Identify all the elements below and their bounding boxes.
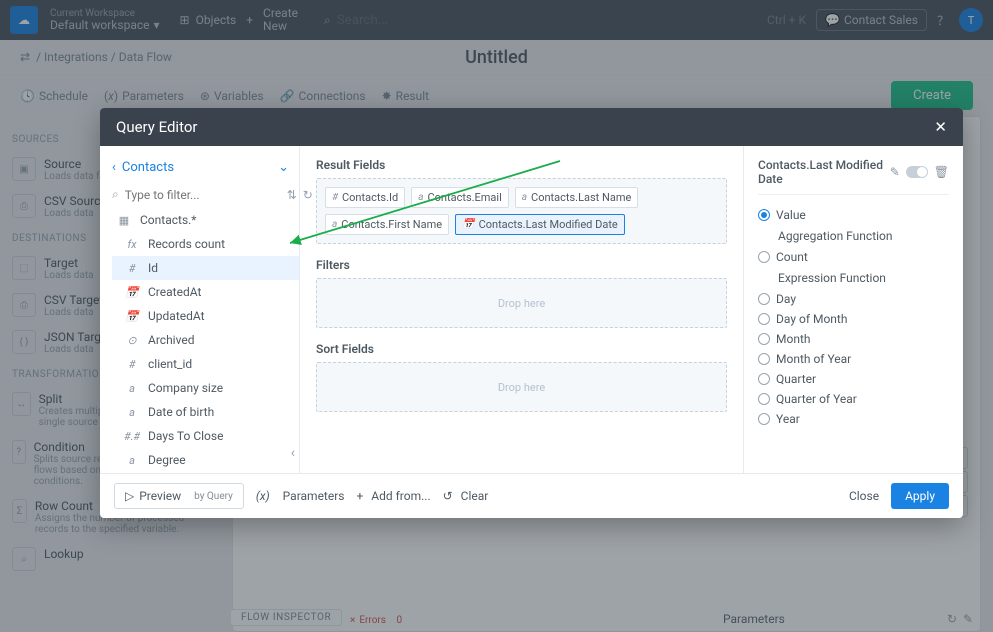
field-label: Days To Close xyxy=(148,429,223,443)
type-icon: 📅 xyxy=(124,310,140,323)
field-row[interactable]: a Degree xyxy=(112,448,299,472)
result-field-pill[interactable]: aContacts.Last Name xyxy=(515,187,639,208)
collapse-panel-icon[interactable]: ‹ xyxy=(291,445,295,461)
expression-fn-label: Expression Function xyxy=(758,267,949,289)
chevron-left-icon: ‹ xyxy=(112,160,116,175)
result-field-pill[interactable]: 📅Contacts.Last Modified Date xyxy=(455,214,625,235)
field-row[interactable]: a Company size xyxy=(112,376,299,400)
radio-value[interactable]: Value xyxy=(758,205,949,225)
object-root[interactable]: ▦ Contacts.* xyxy=(112,208,299,232)
field-row[interactable]: #.# Days To Close xyxy=(112,424,299,448)
filter-row: ⌕ ⇅ ↻ xyxy=(112,183,299,208)
query-editor-modal: Query Editor ✕ ‹Contacts ⌄ ⌕ ⇅ ↻ ▦ Conta… xyxy=(100,108,963,518)
field-label: Date of birth xyxy=(148,405,214,419)
field-row[interactable]: a Date of birth xyxy=(112,400,299,424)
query-builder-panel: Result Fields #Contacts.Id aContacts.Emai… xyxy=(300,146,743,473)
filters-dropzone[interactable]: Drop here xyxy=(316,278,727,328)
selected-field-name: Contacts.Last Modified Date xyxy=(758,158,890,186)
parameters-link[interactable]: (x) Parameters xyxy=(256,489,345,503)
field-row[interactable]: ⊙ Archived xyxy=(112,328,299,352)
modal-footer: ▷Preview by Query (x) Parameters + Add f… xyxy=(100,473,963,518)
chevron-down-icon: ⌄ xyxy=(278,160,289,175)
field-row[interactable]: # client_id xyxy=(112,352,299,376)
clear-button[interactable]: ↺ Clear xyxy=(443,489,489,503)
filters-heading: Filters xyxy=(316,258,727,272)
result-field-pill[interactable]: aContacts.Email xyxy=(411,187,509,208)
field-label: Id xyxy=(148,261,158,275)
radio-count[interactable]: Count xyxy=(758,247,949,267)
radio-option[interactable]: Quarter of Year xyxy=(758,389,949,409)
sliders-icon[interactable]: ⇅ xyxy=(287,188,297,202)
result-field-pill[interactable]: #Contacts.Id xyxy=(325,187,405,208)
aggregation-fn-label: Aggregation Function xyxy=(758,225,949,247)
result-fields-dropzone[interactable]: #Contacts.Id aContacts.Email aContacts.Las… xyxy=(316,178,727,244)
field-label: Archived xyxy=(148,333,194,347)
type-icon: ⊙ xyxy=(124,334,140,347)
play-icon: ▷ xyxy=(125,489,134,503)
field-row[interactable]: aFavorite Content Topics xyxy=(112,472,299,473)
fields-tree-panel: ‹Contacts ⌄ ⌕ ⇅ ↻ ▦ Contacts.* fx Records… xyxy=(100,146,300,473)
field-label: client_id xyxy=(148,357,192,371)
result-fields-heading: Result Fields xyxy=(316,158,727,172)
radio-option[interactable]: Month xyxy=(758,329,949,349)
field-label: UpdatedAt xyxy=(148,309,205,323)
result-field-pill[interactable]: aContacts.First Name xyxy=(325,214,449,235)
type-icon: 📅 xyxy=(462,219,474,230)
type-icon: a xyxy=(522,192,527,203)
type-icon: #.# xyxy=(124,430,140,443)
radio-option[interactable]: Year xyxy=(758,409,949,429)
field-properties-panel: Contacts.Last Modified Date ✎ 🗑 Value Ag… xyxy=(743,146,963,473)
type-icon: a xyxy=(332,219,337,230)
radio-option[interactable]: Day of Month xyxy=(758,309,949,329)
radio-option[interactable]: Quarter xyxy=(758,369,949,389)
table-icon: ▦ xyxy=(116,214,132,227)
type-icon: a xyxy=(124,406,140,419)
apply-button[interactable]: Apply xyxy=(891,483,949,509)
filter-input[interactable] xyxy=(125,188,281,202)
edit-icon[interactable]: ✎ xyxy=(890,165,900,179)
field-label: Records count xyxy=(148,237,225,251)
field-label: Degree xyxy=(148,453,186,467)
field-toggle[interactable] xyxy=(906,166,928,178)
sort-fields-dropzone[interactable]: Drop here xyxy=(316,362,727,412)
type-icon: # xyxy=(332,192,338,203)
modal-title: Query Editor xyxy=(116,118,197,136)
sort-fields-heading: Sort Fields xyxy=(316,342,727,356)
close-button[interactable]: Close xyxy=(849,489,879,503)
type-icon: a xyxy=(418,192,423,203)
add-from-button[interactable]: + Add from... xyxy=(356,489,430,503)
entity-selector[interactable]: ‹Contacts ⌄ xyxy=(112,156,299,183)
field-row[interactable]: fx Records count xyxy=(112,232,299,256)
modal-header: Query Editor ✕ xyxy=(100,108,963,146)
radio-option[interactable]: Day xyxy=(758,289,949,309)
type-icon: 📅 xyxy=(124,286,140,299)
delete-icon[interactable]: 🗑 xyxy=(934,165,949,179)
field-label: CreatedAt xyxy=(148,285,201,299)
type-icon: a xyxy=(124,454,140,467)
type-icon: fx xyxy=(124,238,140,251)
type-icon: # xyxy=(124,262,140,275)
type-icon: # xyxy=(124,358,140,371)
field-row[interactable]: # Id xyxy=(112,256,299,280)
field-row[interactable]: 📅 CreatedAt xyxy=(112,280,299,304)
radio-option[interactable]: Month of Year xyxy=(758,349,949,369)
field-label: Company size xyxy=(148,381,223,395)
close-icon[interactable]: ✕ xyxy=(934,118,947,136)
search-icon: ⌕ xyxy=(112,187,119,202)
preview-button[interactable]: ▷Preview by Query xyxy=(114,483,244,509)
field-row[interactable]: 📅 UpdatedAt xyxy=(112,304,299,328)
type-icon: a xyxy=(124,382,140,395)
